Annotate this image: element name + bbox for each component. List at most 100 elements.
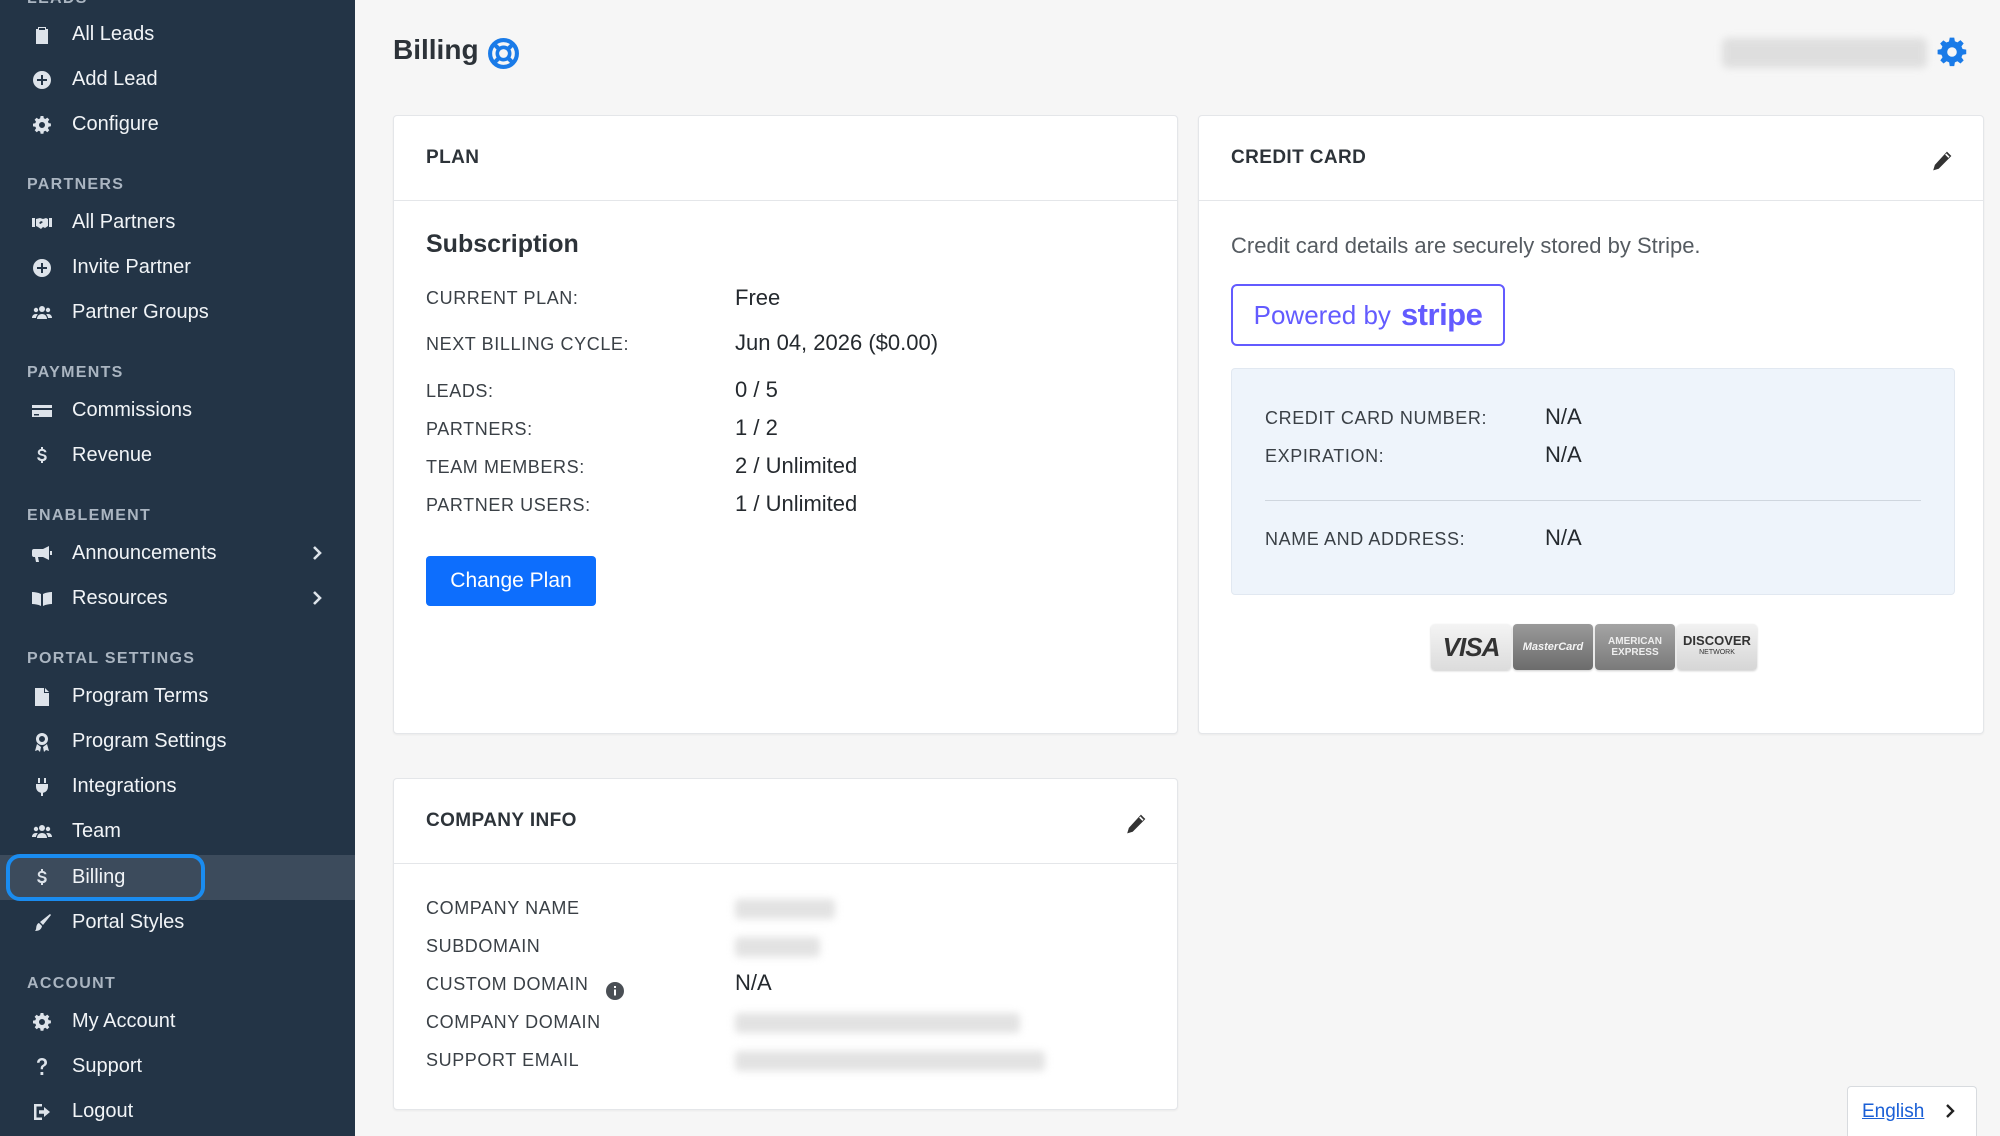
sidebar-item-add-lead[interactable]: Add Lead — [0, 57, 355, 102]
company-label: SUPPORT EMAIL — [426, 1050, 580, 1070]
cc-label: NAME AND ADDRESS: — [1265, 529, 1466, 549]
sidebar-item-label: Resources — [72, 587, 168, 609]
megaphone-icon — [30, 542, 54, 566]
chevron-right-icon — [1946, 1104, 1955, 1118]
life-ring-icon[interactable] — [487, 37, 520, 70]
sidebar-item-all-partners[interactable]: All Partners — [0, 200, 355, 245]
company-name-value — [735, 899, 835, 919]
card-title: PLAN — [426, 147, 480, 168]
plan-label: CURRENT PLAN: — [426, 288, 579, 308]
sidebar-item-announcements[interactable]: Announcements — [0, 531, 355, 576]
sidebar-item-resources[interactable]: Resources — [0, 576, 355, 621]
stripe-logo: stripe — [1400, 297, 1483, 332]
powered-by-stripe-badge[interactable]: Powered by stripe — [1231, 284, 1505, 346]
plan-label: LEADS: — [426, 381, 494, 401]
sidebar: LEADS All Leads Add Lead Configure PARTN… — [0, 0, 355, 1136]
support-email-value — [735, 1051, 1045, 1071]
gear-icon — [30, 113, 54, 137]
user-name[interactable] — [1722, 38, 1927, 68]
plan-value: 2 / Unlimited — [735, 453, 858, 478]
sidebar-item-commissions[interactable]: Commissions — [0, 388, 355, 433]
sidebar-item-configure[interactable]: Configure — [0, 102, 355, 147]
sidebar-item-label: Billing — [72, 866, 126, 888]
language-current[interactable]: English — [1862, 1101, 1924, 1123]
sidebar-item-portal-styles[interactable]: Portal Styles — [0, 900, 355, 945]
cc-value: N/A — [1545, 442, 1582, 467]
cc-label: CREDIT CARD NUMBER: — [1265, 408, 1488, 428]
logout-icon — [30, 1100, 54, 1124]
sidebar-item-label: My Account — [72, 1010, 176, 1032]
sidebar-item-label: Announcements — [72, 542, 217, 564]
sidebar-item-integrations[interactable]: Integrations — [0, 764, 355, 809]
sidebar-item-program-settings[interactable]: Program Settings — [0, 719, 355, 764]
mastercard-logo: MasterCard — [1513, 624, 1593, 670]
divider — [1265, 500, 1921, 501]
amex-logo: AMERICAN EXPRESS — [1595, 624, 1675, 670]
sidebar-item-label: Support — [72, 1055, 143, 1077]
question-icon — [30, 1055, 54, 1079]
sidebar-item-label: Integrations — [72, 775, 177, 797]
card-header: PLAN — [394, 116, 1177, 201]
language-selector[interactable]: English — [1847, 1086, 1977, 1136]
plan-label: TEAM MEMBERS: — [426, 457, 585, 477]
sidebar-item-team[interactable]: Team — [0, 809, 355, 854]
sidebar-section-account: ACCOUNT — [27, 975, 117, 992]
sidebar-item-label: Configure — [72, 113, 159, 135]
sidebar-item-support[interactable]: Support — [0, 1044, 355, 1089]
sidebar-section-enablement: ENABLEMENT — [27, 507, 152, 524]
cc-value: N/A — [1545, 525, 1582, 550]
plan-value: 1 / 2 — [735, 415, 778, 440]
sidebar-item-partner-groups[interactable]: Partner Groups — [0, 290, 355, 335]
cc-value: N/A — [1545, 404, 1582, 429]
cc-label: EXPIRATION: — [1265, 446, 1385, 466]
sidebar-item-label: Partner Groups — [72, 301, 209, 323]
dollar-icon — [30, 866, 54, 890]
users-icon — [30, 820, 54, 844]
plan-label: PARTNERS: — [426, 419, 533, 439]
subscription-title: Subscription — [426, 230, 579, 258]
plan-label: NEXT BILLING CYCLE: — [426, 334, 630, 354]
sidebar-item-logout[interactable]: Logout — [0, 1089, 355, 1134]
sidebar-item-invite-partner[interactable]: Invite Partner — [0, 245, 355, 290]
sidebar-item-label: Program Settings — [72, 730, 227, 752]
sidebar-item-label: All Partners — [72, 211, 176, 233]
credit-card-description: Credit card details are securely stored … — [1231, 233, 1701, 258]
sidebar-item-revenue[interactable]: Revenue — [0, 433, 355, 478]
chevron-right-icon — [307, 588, 327, 608]
sidebar-item-all-leads[interactable]: All Leads — [0, 12, 355, 57]
sidebar-item-program-terms[interactable]: Program Terms — [0, 674, 355, 719]
plan-card: PLAN Subscription CURRENT PLAN: Free NEX… — [393, 115, 1178, 734]
plan-value: Jun 04, 2026 ($0.00) — [735, 330, 939, 355]
sidebar-section-leads: LEADS — [27, 0, 88, 8]
accepted-cards: VISA MasterCard AMERICAN EXPRESS DISCOVE… — [1431, 624, 1757, 670]
sidebar-item-label: Program Terms — [72, 685, 209, 707]
card-title: COMPANY INFO — [426, 810, 577, 831]
company-info-card: COMPANY INFO COMPANY NAME SUBDOMAIN CUST… — [393, 778, 1178, 1110]
company-label: CUSTOM DOMAIN — [426, 974, 589, 994]
sidebar-section-partners: PARTNERS — [27, 176, 125, 193]
plan-label: PARTNER USERS: — [426, 495, 591, 515]
sidebar-section-portal-settings: PORTAL SETTINGS — [27, 650, 196, 667]
discover-text: DISCOVER — [1683, 633, 1751, 648]
book-icon — [30, 587, 54, 611]
sidebar-item-my-account[interactable]: My Account — [0, 999, 355, 1044]
custom-domain-value: N/A — [735, 970, 772, 995]
paintbrush-icon — [30, 911, 54, 935]
change-plan-button[interactable]: Change Plan — [426, 556, 596, 606]
sidebar-item-billing[interactable]: Billing — [0, 855, 355, 900]
pencil-icon[interactable] — [1931, 150, 1953, 172]
plan-value: 0 / 5 — [735, 377, 778, 402]
file-icon — [30, 685, 54, 709]
clipboard-icon — [30, 23, 54, 47]
sidebar-section-payments: PAYMENTS — [27, 364, 124, 381]
info-icon[interactable] — [606, 982, 624, 1000]
gear-icon[interactable] — [1936, 36, 1968, 68]
plug-icon — [30, 775, 54, 799]
sidebar-item-label: Add Lead — [72, 68, 158, 90]
pencil-icon[interactable] — [1125, 813, 1147, 835]
visa-logo: VISA — [1431, 624, 1511, 670]
sidebar-item-label: All Leads — [72, 23, 155, 45]
plus-circle-icon — [30, 68, 54, 92]
card-header: COMPANY INFO — [394, 779, 1177, 864]
page-title: Billing — [393, 34, 479, 65]
